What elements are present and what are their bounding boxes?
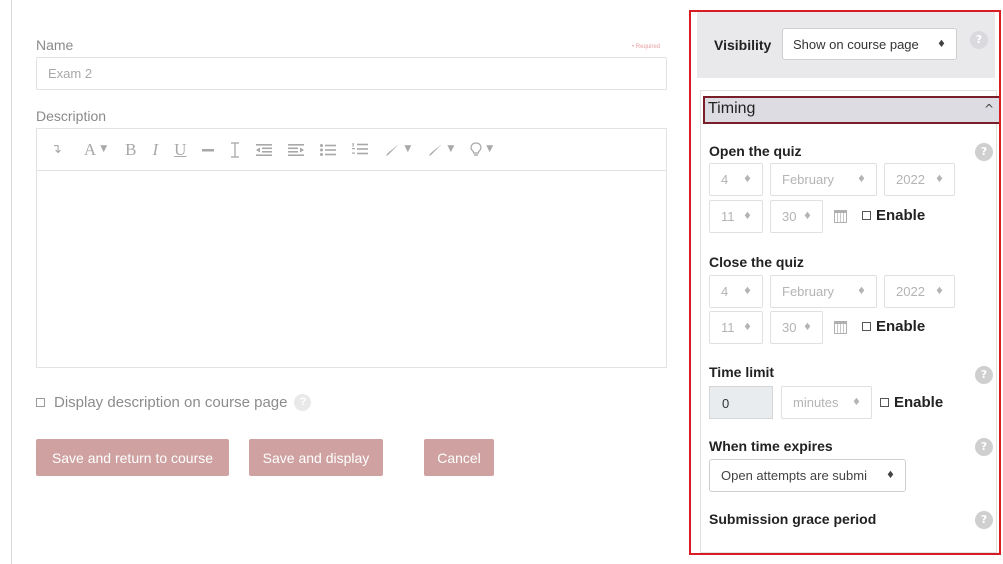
name-input[interactable]: Exam 2	[36, 57, 667, 90]
description-editor[interactable]: ↴ A ▼ B I U ▼ ▼ ▼	[36, 128, 667, 368]
chevron-down-icon: ▼	[100, 144, 108, 154]
page-edge	[11, 0, 12, 564]
name-label: Name	[36, 37, 74, 53]
font-menu-icon[interactable]: A ▼	[84, 141, 107, 158]
paragraph-icon[interactable]: ↴	[51, 143, 62, 156]
chevron-down-icon: ▼	[447, 144, 455, 154]
chevron-down-icon: ▼	[486, 144, 494, 154]
background-color-icon[interactable]: ▼	[427, 143, 454, 157]
display-description-checkbox[interactable]	[36, 398, 45, 407]
display-description-label: Display description on course page	[54, 394, 288, 411]
bold-icon[interactable]: B	[125, 141, 136, 158]
lightbulb-icon[interactable]: ▼	[470, 142, 493, 157]
required-indicator: • Required	[632, 44, 661, 50]
display-description-row[interactable]: Display description on course page ?	[36, 394, 312, 411]
help-icon[interactable]: ?	[294, 394, 312, 411]
indent-icon[interactable]	[288, 143, 305, 156]
text-color-icon[interactable]: ▼	[384, 143, 411, 157]
save-display-button[interactable]: Save and display	[249, 439, 383, 476]
numbered-list-icon[interactable]	[352, 143, 369, 156]
clear-format-icon[interactable]	[230, 141, 240, 158]
highlight-frame	[689, 10, 1001, 555]
chevron-down-icon: ▼	[404, 144, 412, 154]
font-icon-label: A	[83, 140, 97, 159]
underline-icon[interactable]: U	[174, 141, 186, 158]
italic-icon[interactable]: I	[152, 141, 158, 158]
bullet-list-icon[interactable]	[320, 143, 337, 156]
save-return-button[interactable]: Save and return to course	[36, 439, 229, 476]
horizontal-rule-icon[interactable]	[202, 144, 215, 156]
outdent-icon[interactable]	[256, 143, 273, 156]
editor-toolbar: ↴ A ▼ B I U ▼ ▼ ▼	[37, 129, 666, 171]
cancel-button[interactable]: Cancel	[424, 439, 494, 476]
editor-content-area[interactable]	[37, 171, 666, 368]
description-label: Description	[36, 108, 107, 124]
